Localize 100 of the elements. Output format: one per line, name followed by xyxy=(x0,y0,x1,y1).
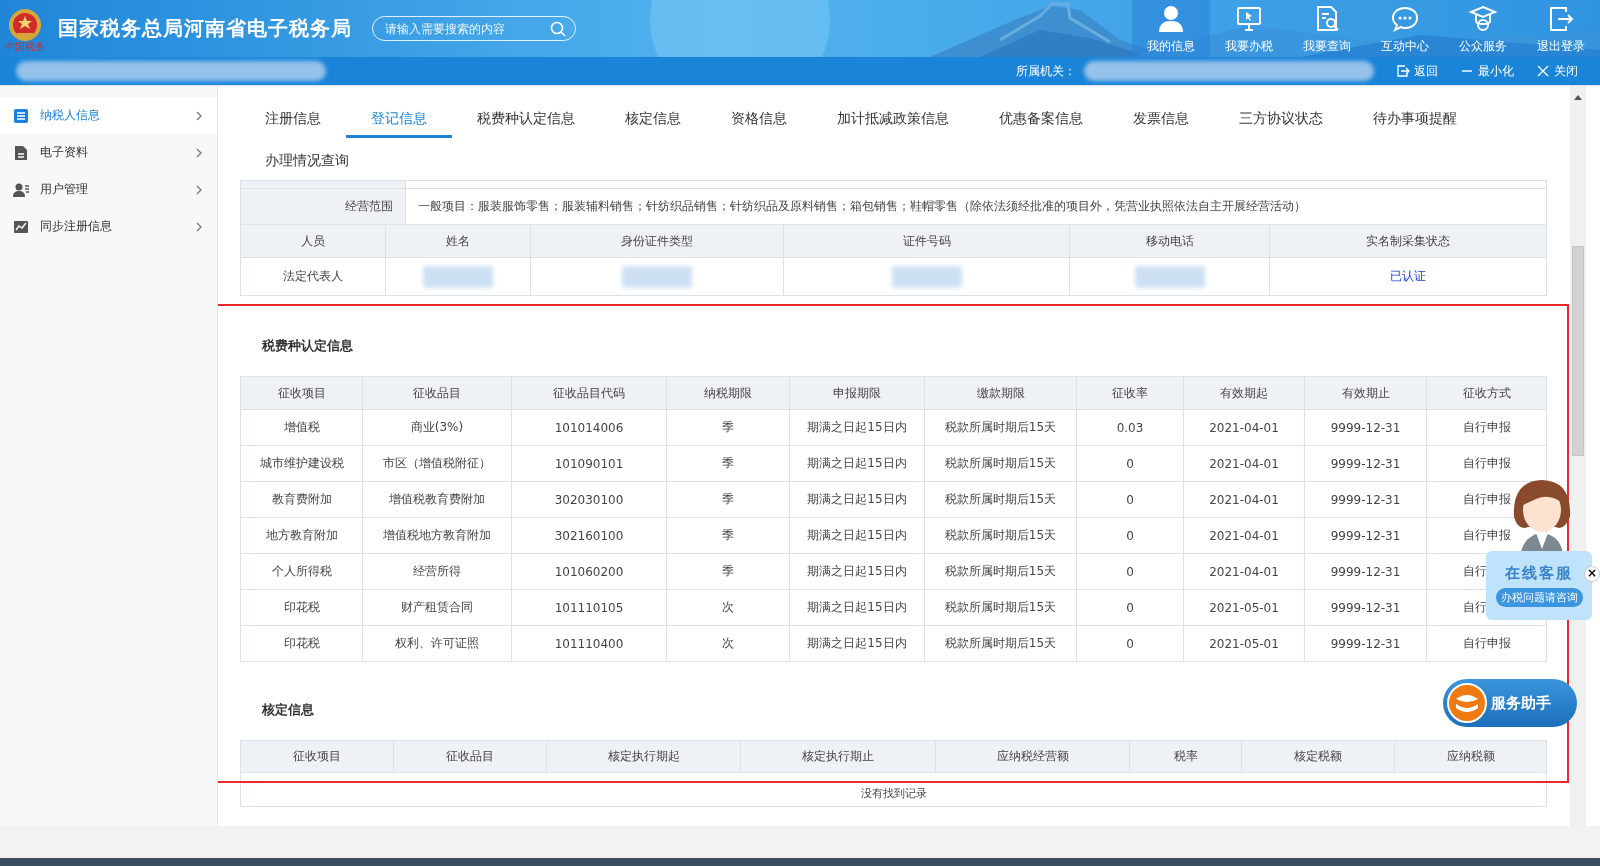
column-header: 核定税额 xyxy=(1242,741,1395,772)
sidebar-item[interactable]: 电子资料 xyxy=(0,134,217,171)
tab[interactable]: 税费种认定信息 xyxy=(452,100,600,138)
table-cell: 0 xyxy=(1077,626,1184,661)
table-cell: 302160100 xyxy=(512,518,667,553)
table-cell: 个人所得税 xyxy=(241,554,363,589)
table-cell: 税款所属时期后15天 xyxy=(925,446,1077,481)
column-header: 移动电话 xyxy=(1070,225,1270,257)
table-cell: 0 xyxy=(1077,482,1184,517)
table-cell: 9999-12-31 xyxy=(1305,446,1427,481)
list-icon xyxy=(13,107,29,124)
table-cell-text: 没有找到记录 xyxy=(859,786,928,802)
back-icon xyxy=(1396,64,1410,78)
table-cell: 2021-04-01 xyxy=(1184,410,1305,445)
status-link[interactable]: 已认证 xyxy=(1390,268,1426,285)
table-cell: 税款所属时期后15天 xyxy=(925,482,1077,517)
column-header: 征收品目 xyxy=(394,741,547,772)
table-cell: 期满之日起15日内 xyxy=(790,518,925,553)
toolbar-button[interactable]: 最小化 xyxy=(1460,62,1514,80)
tab[interactable]: 办理情况查询 xyxy=(240,142,374,180)
column-header: 缴款期限 xyxy=(925,377,1077,409)
sidebar-item[interactable]: 用户管理 xyxy=(0,171,217,208)
tab[interactable]: 优惠备案信息 xyxy=(974,100,1108,138)
table-cell: 期满之日起15日内 xyxy=(790,446,925,481)
close-button[interactable]: × xyxy=(1584,566,1600,582)
chat-title: 在线客服 xyxy=(1505,564,1573,583)
tab[interactable]: 待办事项提醒 xyxy=(1348,100,1482,138)
assistant-button[interactable]: 服务助手 xyxy=(1443,679,1577,727)
tab[interactable]: 登记信息 xyxy=(346,100,452,138)
table-cell: 9999-12-31 xyxy=(1305,554,1427,589)
site-title: 国家税务总局河南省电子税务局 xyxy=(58,15,352,42)
column-header: 人员 xyxy=(241,225,386,257)
table-cell: 期满之日起15日内 xyxy=(790,626,925,661)
table-cell: 101060200 xyxy=(512,554,667,589)
sidebar-item[interactable]: 纳税人信息 xyxy=(0,97,217,134)
column-header: 应纳税额 xyxy=(1445,748,1496,765)
table-cell: 9999-12-31 xyxy=(1305,590,1427,625)
column-header: 姓名 xyxy=(386,225,531,257)
person-icon xyxy=(1156,4,1186,34)
office-label: 所属机关： xyxy=(1016,62,1076,80)
column-header: 申报期限 xyxy=(790,377,925,409)
tab[interactable]: 资格信息 xyxy=(706,100,812,138)
tab[interactable]: 核定信息 xyxy=(600,100,706,138)
nav-button[interactable]: 互动中心 xyxy=(1366,0,1444,57)
table-cell: 次 xyxy=(667,626,790,661)
logo-caption: 中国税务 xyxy=(5,42,45,51)
nav-button[interactable]: 我的信息 xyxy=(1132,0,1210,57)
table-cell: 季 xyxy=(667,554,790,589)
table-cell: 季 xyxy=(667,410,790,445)
column-header: 征收项目 xyxy=(241,741,394,772)
column-header: 征收品目 xyxy=(363,377,512,409)
table-cell: 0 xyxy=(1077,518,1184,553)
table-cell: 自行申报 xyxy=(1463,419,1511,436)
column-header: 纳税期限 xyxy=(667,377,790,409)
table-cell: 9999-12-31 xyxy=(1305,518,1427,553)
table-cell: 2021-04-01 xyxy=(1184,518,1305,553)
graduation-cap-icon xyxy=(1468,4,1498,34)
table-cell: 季 xyxy=(667,518,790,553)
section-title: 税费种认定信息 xyxy=(262,337,353,355)
tab[interactable]: 加计抵减政策信息 xyxy=(812,100,974,138)
document-icon xyxy=(13,144,29,161)
table-cell: 增值税教育费附加 xyxy=(363,482,512,517)
toolbar-button[interactable]: 返回 xyxy=(1396,62,1438,80)
table-cell: 税款所属时期后15天 xyxy=(925,590,1077,625)
table-cell: 次 xyxy=(667,590,790,625)
table-cell: 商业(3%) xyxy=(363,410,512,445)
chevron-icon xyxy=(195,109,203,122)
table-cell: 期满之日起15日内 xyxy=(790,554,925,589)
column-header: 有效期起 xyxy=(1184,377,1305,409)
nav-button[interactable]: 公众服务 xyxy=(1444,0,1522,57)
table-cell: 税款所属时期后15天 xyxy=(925,626,1077,661)
table-cell: 季 xyxy=(667,446,790,481)
table-cell: 0 xyxy=(1077,590,1184,625)
column-header: 税率 xyxy=(1130,741,1242,772)
toolbar-button[interactable]: 关闭 xyxy=(1536,62,1578,80)
sidebar-item[interactable]: 同步注册信息 xyxy=(0,208,217,245)
tab[interactable]: 三方协议状态 xyxy=(1214,100,1348,138)
table-cell: 税款所属时期后15天 xyxy=(925,518,1077,553)
search-field[interactable]: 请输入需要搜索的内容 xyxy=(372,16,576,41)
table-cell-text: 一般项目：服装服饰零售；服装辅料销售；针纺织品销售；针纺织品及原料销售；箱包销售；鞋帽零售（除依法须经批准的项目外，凭营业执照依法自主开展经营活动） xyxy=(417,198,1307,215)
section-title: 核定信息 xyxy=(262,701,314,719)
tab[interactable]: 注册信息 xyxy=(240,100,346,138)
tab[interactable]: 发票信息 xyxy=(1108,100,1214,138)
table-cell: 自行申报 xyxy=(1463,527,1511,544)
table-cell: 市区（增值税附征） xyxy=(363,446,512,481)
table-cell: 自行申报 xyxy=(1463,455,1511,472)
assistant-icon xyxy=(1447,683,1487,723)
user-icon xyxy=(13,181,29,198)
chat-icon xyxy=(1390,4,1420,34)
table-cell: 101110105 xyxy=(512,590,667,625)
table-cell: 印花税 xyxy=(241,626,363,661)
table-cell: 自行申报 xyxy=(1463,635,1511,652)
table-cell: 9999-12-31 xyxy=(1305,410,1427,445)
table-cell: 自行 xyxy=(1463,563,1487,580)
column-header: 实名制采集状态 xyxy=(1365,232,1451,250)
column-header: 征收项目 xyxy=(241,377,363,409)
table-cell: 经营所得 xyxy=(363,554,512,589)
table-cell: 增值税 xyxy=(241,410,363,445)
scroll-thumb[interactable] xyxy=(1572,246,1584,456)
table-cell: 期满之日起15日内 xyxy=(790,410,925,445)
